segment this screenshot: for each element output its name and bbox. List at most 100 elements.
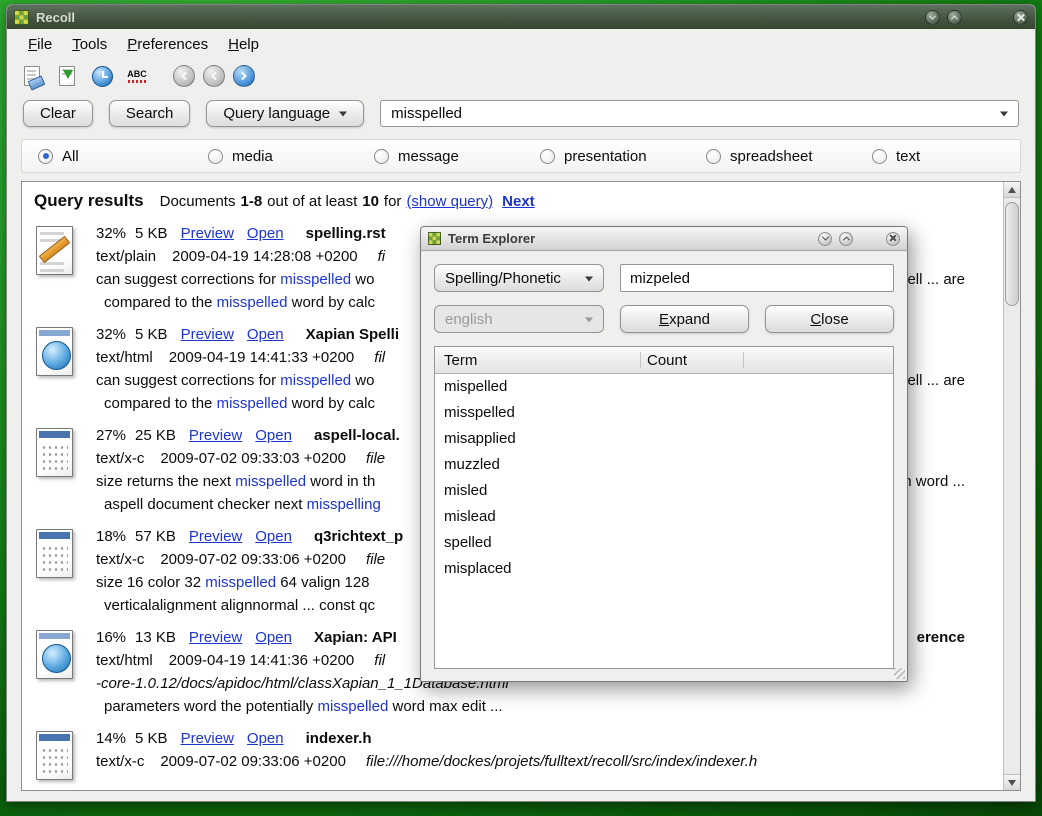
chevron-up-icon [951, 15, 958, 22]
result-title: q3richtext_p [314, 528, 403, 545]
term-cell: mispelled [435, 374, 507, 400]
query-input[interactable]: misspelled [380, 100, 1019, 127]
highlight-term: misspelled [217, 395, 288, 412]
term-row[interactable]: mislead [435, 504, 893, 530]
next-page-link[interactable]: Next [502, 193, 535, 210]
term-row[interactable]: misplaced [435, 556, 893, 582]
term-explorer-body: Spelling/Phonetic mizpeled english Expan… [421, 251, 907, 681]
scrollbar-thumb[interactable] [1005, 202, 1019, 306]
page-arrow-icon [59, 66, 75, 86]
scroll-up-button[interactable] [1004, 182, 1020, 198]
save-query-icon[interactable] [54, 62, 80, 90]
scroll-down-button[interactable] [1004, 774, 1020, 790]
resize-grip-icon[interactable] [894, 668, 905, 679]
term-row[interactable]: misspelled [435, 400, 893, 426]
close-icon [1016, 13, 1025, 22]
search-button[interactable]: Search [109, 100, 191, 127]
html-file-icon [32, 325, 78, 381]
show-query-link[interactable]: (show query) [406, 193, 493, 210]
open-link[interactable]: Open [255, 528, 292, 545]
term-row[interactable]: spelled [435, 530, 893, 556]
chevron-down-icon [585, 317, 593, 326]
result-title: Xapian: API [314, 629, 397, 646]
result-title: spelling.rst [306, 225, 386, 242]
open-link[interactable]: Open [247, 225, 284, 242]
chevron-down-icon [821, 234, 828, 241]
radio-spreadsheet-icon[interactable] [706, 149, 721, 164]
preview-link[interactable]: Preview [181, 326, 234, 343]
title-bar[interactable]: Recoll [7, 5, 1035, 29]
open-link[interactable]: Open [255, 427, 292, 444]
open-link[interactable]: Open [255, 629, 292, 646]
highlight-term: misspelled [280, 271, 351, 288]
snippet-line: parameters word the potentially misspell… [96, 695, 977, 718]
dialog-close-button[interactable] [886, 232, 900, 246]
filter-spreadsheet[interactable]: spreadsheet [706, 148, 872, 165]
preview-link[interactable]: Preview [189, 629, 242, 646]
clear-button[interactable]: Clear [23, 100, 93, 127]
dialog-unshade-button[interactable] [839, 232, 853, 246]
highlight-term: misspelled [205, 574, 276, 591]
menu-item-file[interactable]: File [19, 32, 61, 57]
term-mode-dropdown[interactable]: Spelling/Phonetic [434, 264, 604, 292]
expand-button[interactable]: Expand [620, 305, 749, 333]
preview-link[interactable]: Preview [189, 427, 242, 444]
term-row[interactable]: muzzled [435, 452, 893, 478]
term-input[interactable]: mizpeled [620, 264, 894, 292]
filter-presentation[interactable]: presentation [540, 148, 706, 165]
close-window-button[interactable] [1013, 10, 1028, 25]
recoll-app-icon [14, 10, 29, 25]
filter-media[interactable]: media [208, 148, 374, 165]
combo-arrow-icon[interactable] [1000, 111, 1008, 120]
shade-button[interactable] [925, 10, 940, 25]
preview-link[interactable]: Preview [181, 730, 234, 747]
html-file-icon [32, 628, 78, 684]
arrow-right-icon [238, 72, 246, 80]
menu-item-preferences[interactable]: Preferences [118, 32, 217, 57]
count-column-header[interactable]: Count [647, 352, 687, 369]
open-link[interactable]: Open [247, 326, 284, 343]
radio-media-icon[interactable] [208, 149, 223, 164]
doc-date: 2009-07-02 09:33:03 +0200 [160, 450, 346, 467]
term-column-header[interactable]: Term [435, 352, 477, 369]
file-size: 57 KB [135, 528, 176, 545]
results-scrollbar[interactable] [1003, 182, 1020, 790]
term-row[interactable]: mispelled [435, 374, 893, 400]
mime-type: text/html [96, 652, 153, 669]
filter-message[interactable]: message [374, 148, 540, 165]
text-file-icon [32, 224, 78, 280]
nav-back-button[interactable] [173, 65, 195, 87]
term-explorer-titlebar[interactable]: Term Explorer [421, 227, 907, 251]
radio-message-icon[interactable] [374, 149, 389, 164]
term-table-body: mispelledmisspelledmisappliedmuzzledmisl… [435, 374, 893, 668]
filter-all[interactable]: All [38, 148, 208, 165]
menu-item-help[interactable]: Help [219, 32, 268, 57]
radio-presentation-icon[interactable] [540, 149, 555, 164]
open-link[interactable]: Open [247, 730, 284, 747]
expand-button-label: Expand [659, 311, 710, 328]
spell-squiggle-icon [128, 80, 146, 83]
dialog-shade-button[interactable] [818, 232, 832, 246]
mime-type: text/html [96, 349, 153, 366]
unshade-button[interactable] [947, 10, 962, 25]
chevron-up-icon [842, 236, 849, 243]
radio-text-icon[interactable] [872, 149, 887, 164]
term-row[interactable]: misled [435, 478, 893, 504]
filter-text[interactable]: text [872, 148, 1020, 165]
menu-item-tools[interactable]: Tools [63, 32, 116, 57]
spellcheck-icon[interactable]: ABC [124, 62, 150, 90]
term-table-header[interactable]: Term Count [435, 347, 893, 374]
history-icon[interactable] [89, 62, 115, 90]
file-size: 13 KB [135, 629, 176, 646]
term-row[interactable]: misapplied [435, 426, 893, 452]
close-button[interactable]: Close [765, 305, 894, 333]
radio-all-icon[interactable] [38, 149, 53, 164]
nav-back-button-2[interactable] [203, 65, 225, 87]
language-dropdown: english [434, 305, 604, 333]
nav-forward-button[interactable] [233, 65, 255, 87]
src-file-icon [32, 426, 78, 482]
preview-link[interactable]: Preview [181, 225, 234, 242]
query-language-dropdown[interactable]: Query language [206, 100, 364, 127]
clear-fields-icon[interactable] [19, 62, 45, 90]
preview-link[interactable]: Preview [189, 528, 242, 545]
